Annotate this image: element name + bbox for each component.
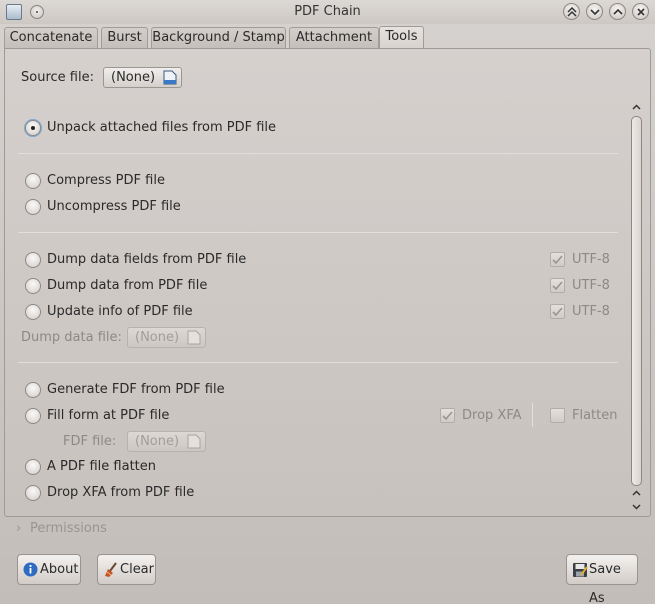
compress-label: Compress PDF file bbox=[47, 173, 165, 188]
fdf-file-label: FDF file: bbox=[63, 434, 117, 449]
open-file-icon bbox=[187, 330, 201, 345]
dump-fields-radio[interactable] bbox=[25, 252, 41, 268]
minimize-icon bbox=[590, 9, 600, 16]
save-as-label: Save As bbox=[589, 562, 621, 604]
scroll-up-icon[interactable] bbox=[630, 101, 643, 114]
tab-concatenate[interactable]: Concatenate bbox=[4, 27, 98, 49]
section-divider bbox=[18, 362, 618, 363]
fill-form-label: Fill form at PDF file bbox=[47, 408, 170, 423]
close-icon bbox=[637, 8, 645, 16]
about-label: About bbox=[40, 562, 79, 577]
scroll-up-icon[interactable] bbox=[630, 487, 643, 500]
fdf-file-button[interactable]: (None) bbox=[127, 431, 206, 452]
open-file-icon bbox=[163, 70, 177, 85]
tab-tools[interactable]: Tools bbox=[379, 26, 424, 50]
vertical-scrollbar[interactable] bbox=[628, 101, 645, 515]
update-info-radio[interactable] bbox=[25, 304, 41, 320]
compress-radio[interactable] bbox=[25, 173, 41, 189]
section-divider bbox=[18, 232, 618, 233]
tab-attachment[interactable]: Attachment bbox=[289, 27, 379, 49]
generate-fdf-label: Generate FDF from PDF file bbox=[47, 382, 225, 397]
drop-xfa-label: Drop XFA bbox=[462, 408, 522, 423]
save-as-icon bbox=[573, 563, 588, 577]
source-file-value: (None) bbox=[111, 70, 156, 85]
drop-xfa-pdf-label: Drop XFA from PDF file bbox=[47, 485, 195, 500]
scrollbar-thumb[interactable] bbox=[631, 116, 642, 486]
update-info-utf8-checkbox[interactable] bbox=[550, 304, 565, 319]
expand-arrow-icon: › bbox=[16, 521, 22, 536]
drop-xfa-checkbox[interactable] bbox=[440, 408, 455, 423]
clear-broom-icon bbox=[105, 562, 117, 577]
update-info-label: Update info of PDF file bbox=[47, 304, 193, 319]
uncompress-radio[interactable] bbox=[25, 199, 41, 215]
keep-above-button[interactable] bbox=[563, 3, 580, 20]
close-button[interactable] bbox=[632, 3, 649, 20]
fill-form-radio[interactable] bbox=[25, 408, 41, 424]
window-title: PDF Chain bbox=[294, 4, 361, 19]
checkmark-icon bbox=[442, 411, 453, 421]
dump-data-file-button[interactable]: (None) bbox=[127, 327, 206, 348]
section-divider bbox=[18, 153, 618, 154]
open-file-icon bbox=[187, 434, 201, 449]
scroll-down-icon[interactable] bbox=[630, 500, 643, 513]
flatten-pdf-label: A PDF file flatten bbox=[47, 459, 157, 474]
option-divider bbox=[532, 403, 533, 427]
permissions-label: Permissions bbox=[30, 521, 107, 536]
unpack-radio[interactable] bbox=[25, 120, 41, 136]
dump-data-utf8-checkbox[interactable] bbox=[550, 278, 565, 293]
flatten-label: Flatten bbox=[572, 408, 618, 423]
drop-xfa-pdf-radio[interactable] bbox=[25, 485, 41, 501]
dump-data-utf8-label: UTF-8 bbox=[572, 278, 610, 293]
keep-above-icon bbox=[567, 7, 577, 17]
dump-data-radio[interactable] bbox=[25, 278, 41, 294]
unpack-label: Unpack attached files from PDF file bbox=[47, 120, 277, 135]
source-file-label: Source file: bbox=[21, 70, 94, 85]
update-info-utf8-label: UTF-8 bbox=[572, 304, 610, 319]
save-as-button[interactable]: Save As bbox=[566, 554, 638, 604]
flatten-pdf-radio[interactable] bbox=[25, 459, 41, 475]
clear-button[interactable]: Clear bbox=[97, 554, 156, 585]
dump-fields-utf8-checkbox[interactable] bbox=[550, 252, 565, 267]
checkmark-icon bbox=[552, 281, 563, 291]
source-file-button[interactable]: (None) bbox=[103, 67, 182, 88]
dump-fields-utf8-label: UTF-8 bbox=[572, 252, 610, 267]
about-button[interactable]: About bbox=[17, 554, 81, 585]
info-icon bbox=[23, 562, 38, 577]
clear-label: Clear bbox=[120, 562, 154, 577]
dump-data-file-label: Dump data file: bbox=[21, 330, 122, 345]
generate-fdf-radio[interactable] bbox=[25, 382, 41, 398]
dump-data-file-value: (None) bbox=[135, 330, 180, 345]
tab-background-stamp[interactable]: Background / Stamp bbox=[151, 27, 286, 49]
flatten-checkbox[interactable] bbox=[550, 408, 565, 423]
uncompress-label: Uncompress PDF file bbox=[47, 199, 181, 214]
maximize-button[interactable] bbox=[609, 3, 626, 20]
checkmark-icon bbox=[552, 307, 563, 317]
maximize-icon bbox=[613, 8, 623, 15]
minimize-button[interactable] bbox=[586, 3, 603, 20]
title-bar: PDF Chain bbox=[0, 0, 655, 24]
checkmark-icon bbox=[552, 255, 563, 265]
permissions-expander[interactable]: › Permissions bbox=[16, 521, 107, 536]
tab-burst[interactable]: Burst bbox=[101, 27, 148, 49]
dump-fields-label: Dump data fields from PDF file bbox=[47, 252, 247, 267]
dump-data-label: Dump data from PDF file bbox=[47, 278, 208, 293]
fdf-file-value: (None) bbox=[135, 434, 180, 449]
